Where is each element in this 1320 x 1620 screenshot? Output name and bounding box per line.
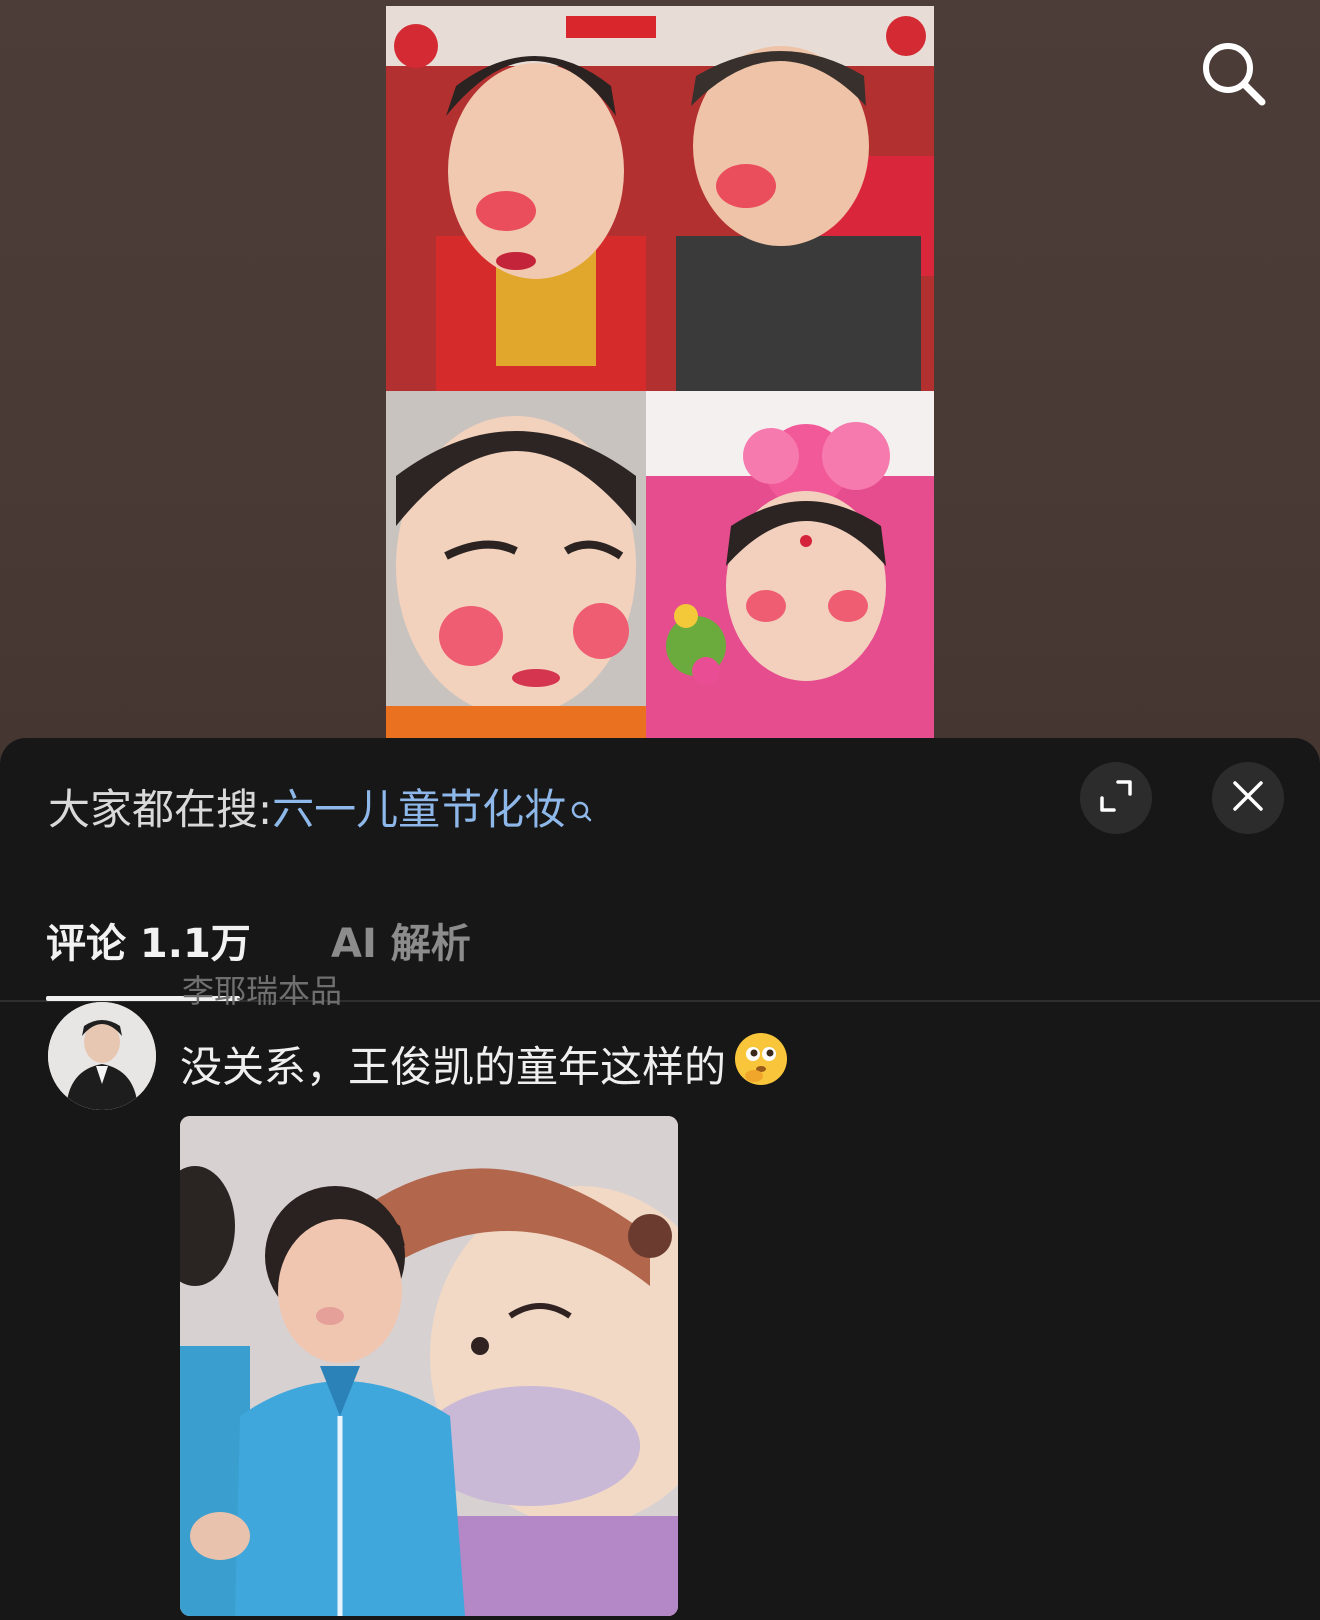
close-button[interactable] [1212, 762, 1284, 834]
expand-button[interactable] [1080, 762, 1152, 834]
search-icon[interactable] [1196, 36, 1276, 116]
comment-sheet: 大家都在搜:六一儿童节化妆 评论 1.1万 AI 解析 李耶瑞本品 没关系，王俊… [0, 738, 1320, 1620]
thinking-face-emoji-icon [732, 1030, 790, 1102]
hot-search-term-link[interactable]: 六一儿童节化妆 [272, 785, 566, 834]
avatar[interactable] [48, 1002, 156, 1110]
hot-search-prefix: 大家都在搜 [48, 785, 259, 834]
tab-comments[interactable]: 评论 1.1万 [46, 916, 251, 972]
comment-username[interactable]: 李耶瑞本品 [182, 966, 342, 1012]
video-frame-image[interactable] [386, 6, 934, 738]
tab-ai-analysis[interactable]: AI 解析 [331, 916, 471, 972]
expand-icon [1098, 778, 1134, 818]
comment-photo[interactable] [180, 1116, 678, 1616]
search-mini-icon[interactable] [570, 784, 592, 840]
hot-search-colon: : [258, 785, 273, 834]
comment-text: 没关系，王俊凯的童年这样的 [180, 1033, 790, 1102]
video-player[interactable] [0, 0, 1320, 760]
close-icon [1231, 779, 1265, 817]
comment-body: 没关系，王俊凯的童年这样的 [180, 1042, 727, 1092]
hot-search-row: 大家都在搜:六一儿童节化妆 [48, 782, 592, 840]
comment-item: 李耶瑞本品 没关系，王俊凯的童年这样的 [0, 972, 1320, 1620]
